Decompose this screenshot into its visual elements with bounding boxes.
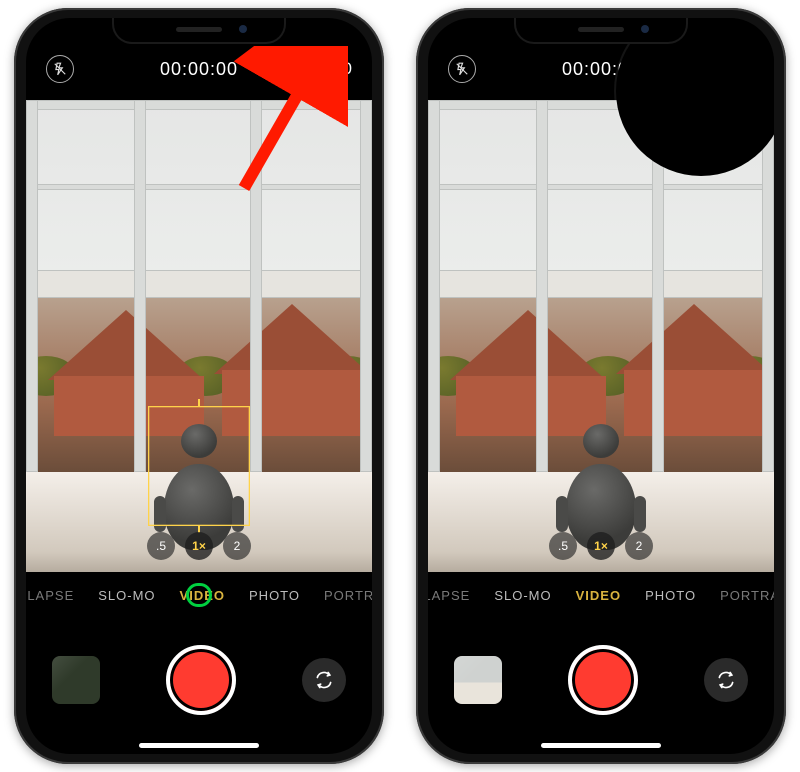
last-photo-thumbnail[interactable] xyxy=(454,656,502,704)
zoom-selector: .5 1× 2 xyxy=(549,532,653,560)
zoom-0_5x[interactable]: .5 xyxy=(147,532,175,560)
camera-mode-strip[interactable]: E-LAPSE SLO-MO VIDEO PHOTO PORTRAIT xyxy=(428,578,774,612)
record-button[interactable] xyxy=(568,645,638,715)
home-indicator[interactable] xyxy=(139,743,259,748)
flash-toggle[interactable] xyxy=(46,55,74,83)
zoom-selector: .5 1× 2 xyxy=(147,532,251,560)
mode-slomo[interactable]: SLO-MO xyxy=(98,588,155,603)
camera-bottombar xyxy=(26,632,372,728)
zoom-2x[interactable]: 2 xyxy=(625,532,653,560)
zoom-0_5x[interactable]: .5 xyxy=(549,532,577,560)
record-button[interactable] xyxy=(166,645,236,715)
zoom-1x[interactable]: 1× xyxy=(185,532,213,560)
flash-off-icon xyxy=(53,62,67,76)
switch-camera-button[interactable] xyxy=(302,658,346,702)
switch-camera-icon xyxy=(716,670,736,690)
flash-toggle[interactable] xyxy=(448,55,476,83)
mode-video[interactable]: VIDEO xyxy=(576,588,621,603)
phone-right: 00:00:00 4K · 30 xyxy=(416,8,786,764)
mode-photo[interactable]: PHOTO xyxy=(249,588,300,603)
mode-timelapse[interactable]: ME-LAPSE xyxy=(26,588,74,603)
home-indicator[interactable] xyxy=(541,743,661,748)
mode-portrait[interactable]: PORTRAIT xyxy=(324,588,372,603)
zoom-1x[interactable]: 1× xyxy=(587,532,615,560)
notch xyxy=(114,18,284,42)
zoom-2x[interactable]: 2 xyxy=(223,532,251,560)
mode-slomo[interactable]: SLO-MO xyxy=(494,588,551,603)
annotation-arrow-icon xyxy=(228,46,348,196)
switch-camera-button[interactable] xyxy=(704,658,748,702)
mode-video[interactable]: VIDEO xyxy=(180,588,225,603)
screen: 00:00:00 4K · 30 xyxy=(428,18,774,754)
mode-portrait[interactable]: PORTRAIT xyxy=(720,588,774,603)
mode-timelapse[interactable]: E-LAPSE xyxy=(428,588,470,603)
notch xyxy=(516,18,686,42)
mode-photo[interactable]: PHOTO xyxy=(645,588,696,603)
camera-mode-strip[interactable]: ME-LAPSE SLO-MO VIDEO PHOTO PORTRAIT xyxy=(26,578,372,612)
recording-timer: 00:00:00 xyxy=(160,59,238,80)
switch-camera-icon xyxy=(314,670,334,690)
camera-bottombar xyxy=(428,632,774,728)
flash-off-icon xyxy=(455,62,469,76)
last-photo-thumbnail[interactable] xyxy=(52,656,100,704)
focus-indicator[interactable] xyxy=(148,406,250,526)
